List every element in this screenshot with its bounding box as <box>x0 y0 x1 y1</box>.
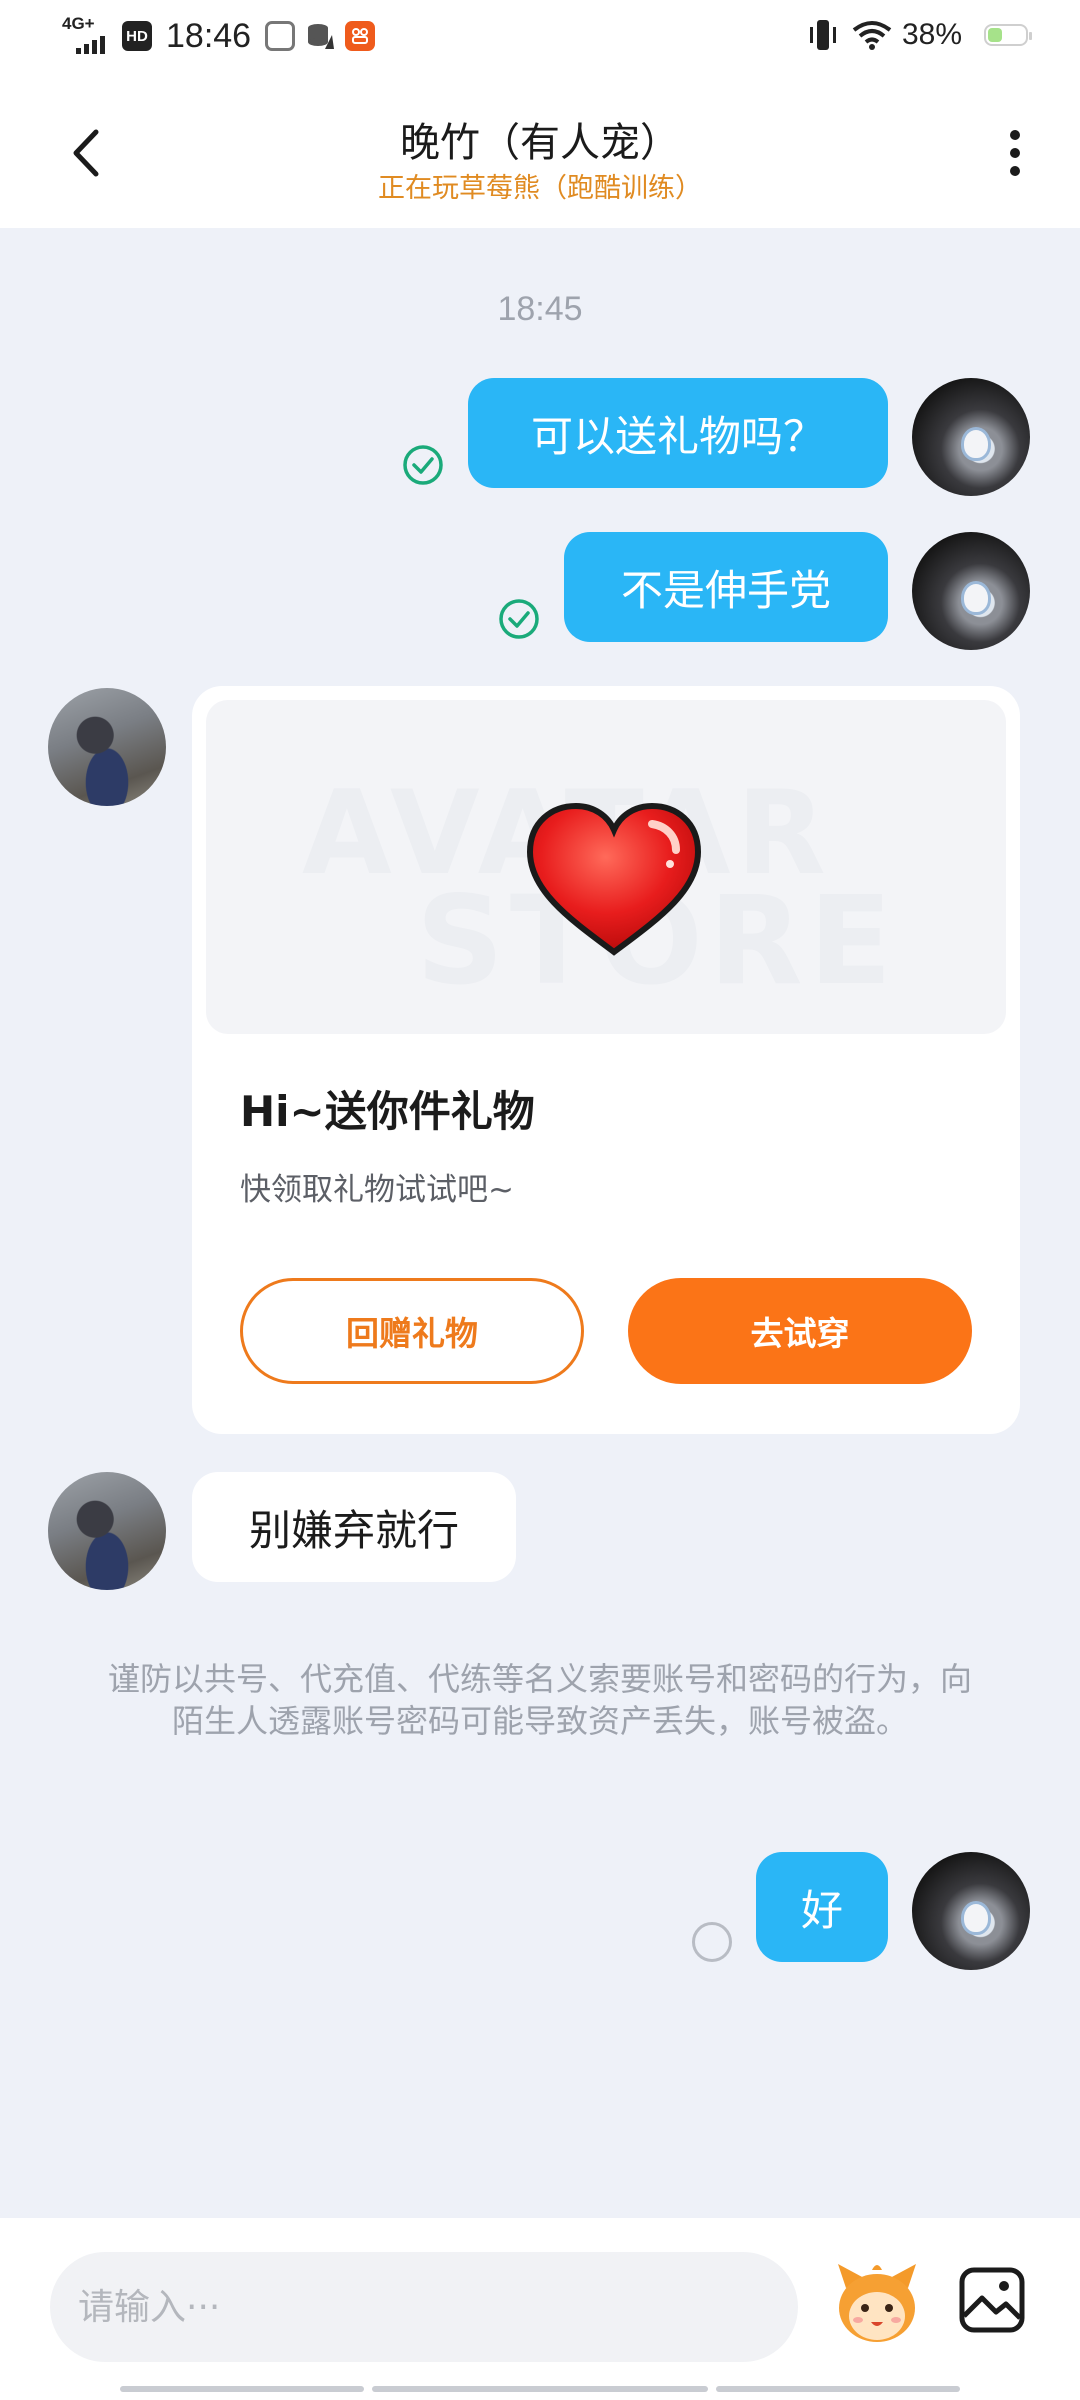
contact-avatar[interactable] <box>48 688 166 806</box>
outgoing-message-bubble[interactable]: 不是伸手党 <box>564 532 888 642</box>
app-notification-icon <box>265 21 296 51</box>
image-icon <box>959 2267 1025 2333</box>
send-image-button[interactable] <box>956 2264 1028 2336</box>
status-time: 18:46 <box>166 16 252 55</box>
message-input-bar <box>0 2218 1080 2400</box>
read-check-icon <box>403 445 443 485</box>
gesture-bar <box>372 2386 708 2392</box>
app-notification-icon-orange <box>345 21 376 51</box>
message-timestamp: 18:45 <box>497 290 583 328</box>
hd-voice-icon: HD <box>122 21 152 51</box>
cellular-signal-icon: 4G+ <box>62 14 110 58</box>
gift-title: Hi~送你件礼物 <box>240 1087 535 1136</box>
battery-icon <box>984 24 1032 46</box>
read-check-icon <box>499 599 539 639</box>
my-avatar[interactable] <box>912 1852 1030 1970</box>
contact-name: 晚竹（有人宠） <box>400 120 680 166</box>
my-avatar[interactable] <box>912 378 1030 496</box>
chat-header: 晚竹（有人宠） 正在玩草莓熊（跑酷训练） <box>0 80 1080 228</box>
battery-percent: 38% <box>901 18 962 51</box>
chat-message-list[interactable]: 18:45 可以送礼物吗？ 不是伸手党 AVATAR STORE <box>0 228 1080 2218</box>
vibrate-icon <box>809 20 836 50</box>
message-input[interactable] <box>50 2252 798 2362</box>
heart-gift-icon <box>526 802 702 956</box>
sending-status-icon <box>692 1922 732 1962</box>
emoji-mascot-button[interactable] <box>832 2258 922 2348</box>
status-bar: 4G+ HD 18:46 38% <box>0 0 1080 80</box>
incoming-message-bubble[interactable]: 别嫌弃就行 <box>192 1472 516 1582</box>
return-gift-button[interactable]: 回赠礼物 <box>240 1278 584 1384</box>
gift-description: 快领取礼物试试吧~ <box>240 1172 514 1208</box>
more-options-button[interactable] <box>990 118 1040 188</box>
gesture-bar <box>716 2386 960 2392</box>
contact-avatar[interactable] <box>48 1472 166 1590</box>
wifi-icon <box>852 21 892 50</box>
try-on-button[interactable]: 去试穿 <box>628 1278 972 1384</box>
my-avatar[interactable] <box>912 532 1030 650</box>
more-vertical-icon <box>1010 130 1020 176</box>
mascot-emoji-icon <box>838 2264 916 2342</box>
outgoing-message-bubble[interactable]: 好 <box>756 1852 888 1962</box>
data-saver-icon <box>305 21 335 51</box>
gift-card[interactable]: AVATAR STORE Hi~送你件礼物 快领取礼物试试吧~ 回赠礼物 去试穿 <box>192 686 1020 1434</box>
security-notice: 谨防以共号、代充值、代练等名义索要账号和密码的行为，向陌生人透露账号密码可能导致… <box>107 1660 972 1740</box>
gift-image: AVATAR STORE <box>206 700 1006 1034</box>
contact-activity-status: 正在玩草莓熊（跑酷训练） <box>378 173 702 204</box>
outgoing-message-bubble[interactable]: 可以送礼物吗？ <box>468 378 888 488</box>
gesture-bar <box>120 2386 364 2392</box>
